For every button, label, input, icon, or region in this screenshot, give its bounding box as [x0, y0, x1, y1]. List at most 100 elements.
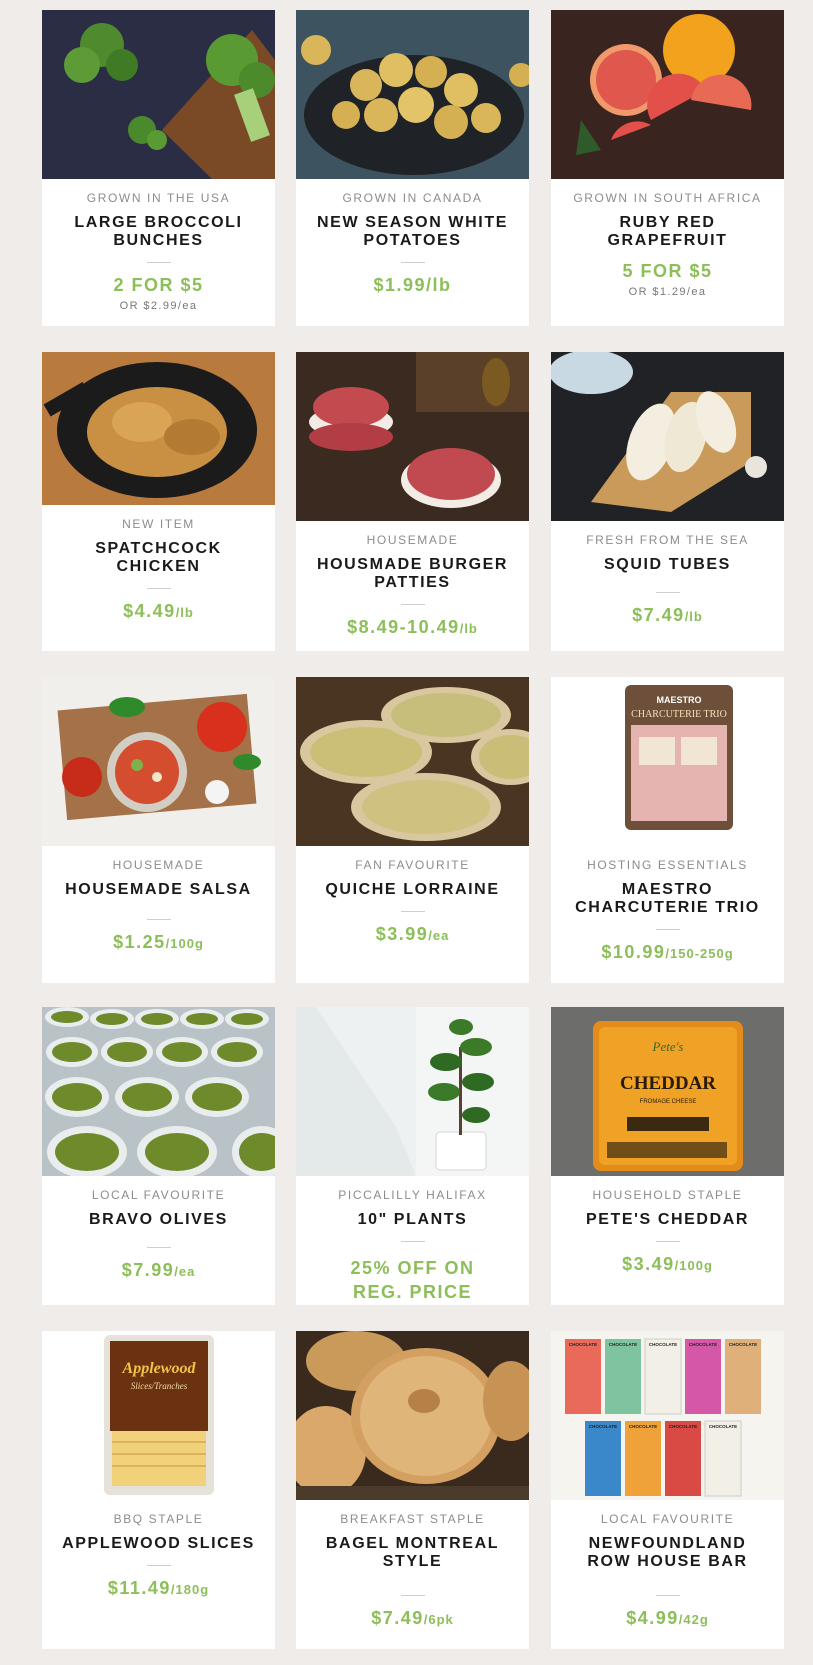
product-tag: HOUSEMADE	[366, 533, 459, 547]
product-name: RUBY RED GRAPEFRUIT	[607, 214, 728, 249]
divider	[400, 1595, 425, 1596]
cheddar-image: Pete's CHEDDAR FROMAGE CHEESE	[551, 1007, 784, 1176]
product-tag: PICCALILLY HALIFAX	[338, 1188, 487, 1202]
product-price: $1.25/100g	[113, 932, 204, 952]
chocolate-wrapper-label: CHOCOLATE	[629, 1424, 657, 1429]
product-price: $3.49/100g	[622, 1254, 713, 1274]
product-name: QUICHE LORRAINE	[325, 881, 500, 898]
divider	[146, 1565, 171, 1566]
product-tag: LOCAL FAVOURITE	[600, 1512, 735, 1526]
product-tag: LOCAL FAVOURITE	[91, 1188, 226, 1202]
product-card-quiche[interactable]: FAN FAVOURITE QUICHE LORRAINE $3.99/ea	[296, 677, 529, 983]
divider	[400, 911, 425, 912]
chocolate-wrapper-label: CHOCOLATE	[589, 1424, 617, 1429]
charcuterie-brand-text: MAESTRO	[657, 695, 702, 705]
chocolate-wrapper-label: CHOCOLATE	[569, 1342, 597, 1347]
divider	[400, 604, 425, 605]
product-tag: FAN FAVOURITE	[355, 858, 470, 872]
product-name: NEW SEASON WHITE POTATOES	[317, 214, 508, 249]
product-price: $7.99/ea	[121, 1260, 196, 1280]
burger-patties-image	[296, 352, 529, 521]
product-name: APPLEWOOD SLICES	[62, 1535, 255, 1552]
product-card-charcuterie[interactable]: MAESTRO CHARCUTERIE TRIO HOSTING ESSENTI…	[551, 677, 784, 983]
product-card-potatoes[interactable]: GROWN IN CANADA NEW SEASON WHITE POTATOE…	[296, 10, 529, 326]
product-name: NEWFOUNDLAND ROW HOUSE BAR	[587, 1535, 748, 1570]
product-price: $7.49/6pk	[371, 1608, 454, 1628]
cheddar-brand-text: Pete's	[652, 1039, 684, 1054]
divider	[655, 1241, 680, 1242]
chocolate-wrapper-label: CHOCOLATE	[649, 1342, 677, 1347]
product-price: $4.49/lb	[123, 601, 194, 621]
product-price: 2 FOR $5	[113, 275, 204, 295]
product-price: $1.99/lb	[373, 275, 452, 295]
product-tag: BREAKFAST STAPLE	[340, 1512, 485, 1526]
product-origin: GROWN IN SOUTH AFRICA	[573, 191, 762, 205]
divider	[655, 1595, 680, 1596]
chocolate-wrapper-label: CHOCOLATE	[689, 1342, 717, 1347]
product-origin: GROWN IN THE USA	[86, 191, 231, 205]
product-card-olives[interactable]: LOCAL FAVOURITE BRAVO OLIVES $7.99/ea	[42, 1007, 275, 1305]
chocolate-wrapper-label: CHOCOLATE	[729, 1342, 757, 1347]
product-card-grapefruit[interactable]: GROWN IN SOUTH AFRICA RUBY RED GRAPEFRUI…	[551, 10, 784, 326]
product-card-salsa[interactable]: HOUSEMADE HOUSEMADE SALSA $1.25/100g	[42, 677, 275, 983]
product-card-squid-tubes[interactable]: FRESH FROM THE SEA SQUID TUBES $7.49/lb	[551, 352, 784, 651]
plant-image	[296, 1007, 529, 1176]
chocolate-wrapper-label: CHOCOLATE	[669, 1424, 697, 1429]
product-card-cheddar[interactable]: Pete's CHEDDAR FROMAGE CHEESE HOUSEHOLD …	[551, 1007, 784, 1305]
product-origin: GROWN IN CANADA	[342, 191, 483, 205]
broccoli-image	[42, 10, 275, 179]
potatoes-image	[296, 10, 529, 179]
product-price: $11.49/180g	[107, 1578, 210, 1598]
product-tag: HOSTING ESSENTIALS	[587, 858, 748, 872]
product-price: 5 FOR $5	[622, 261, 713, 281]
chocolate-bars-image: CHOCOLATE CHOCOLATE CHOCOLATE CHOCOLATE …	[551, 1331, 784, 1500]
product-card-chicken[interactable]: NEW ITEM SPATCHCOCK CHICKEN $4.49/lb	[42, 352, 275, 651]
divider	[146, 262, 171, 263]
product-name: LARGE BROCCOLI BUNCHES	[74, 214, 243, 249]
product-tag: NEW ITEM	[122, 517, 195, 531]
product-name: SPATCHCOCK CHICKEN	[95, 540, 222, 575]
product-card-chocolate-bar[interactable]: CHOCOLATE CHOCOLATE CHOCOLATE CHOCOLATE …	[551, 1331, 784, 1649]
charcuterie-title-text: CHARCUTERIE TRIO	[631, 709, 727, 720]
product-name: PETE'S CHEDDAR	[585, 1211, 750, 1228]
product-name: BRAVO OLIVES	[89, 1211, 228, 1228]
product-card-bagel[interactable]: BREAKFAST STAPLE BAGEL MONTREAL STYLE $7…	[296, 1331, 529, 1649]
squid-image	[551, 352, 784, 521]
product-tag: HOUSEHOLD STAPLE	[592, 1188, 743, 1202]
divider	[146, 588, 171, 589]
chocolate-wrapper-label: CHOCOLATE	[609, 1342, 637, 1347]
product-tag: HOUSEMADE	[112, 858, 205, 872]
product-name: MAESTRO CHARCUTERIE TRIO	[575, 881, 760, 916]
product-name: 10" PLANTS	[357, 1211, 468, 1228]
product-price: $4.99/42g	[626, 1608, 709, 1628]
applewood-subtitle-text: Slices/Tranches	[131, 1381, 188, 1391]
product-price: $7.49/lb	[632, 605, 703, 625]
product-card-applewood[interactable]: Applewood Slices/Tranches BBQ STAPLE APP…	[42, 1331, 275, 1649]
product-price: $3.99/ea	[375, 924, 450, 944]
product-name: SQUID TUBES	[604, 556, 731, 573]
product-card-broccoli[interactable]: GROWN IN THE USA LARGE BROCCOLI BUNCHES …	[42, 10, 275, 326]
applewood-title-text: Applewood	[122, 1360, 197, 1377]
product-alt-price: OR $1.29/ea	[628, 286, 707, 298]
divider	[146, 1247, 171, 1248]
divider	[400, 1241, 425, 1242]
product-card-plants[interactable]: PICCALILLY HALIFAX 10" PLANTS 25% OFF ON…	[296, 1007, 529, 1305]
chocolate-wrapper-label: CHOCOLATE	[709, 1424, 737, 1429]
charcuterie-image: MAESTRO CHARCUTERIE TRIO	[551, 677, 784, 846]
divider	[655, 929, 680, 930]
divider	[655, 592, 680, 593]
bagel-image	[296, 1331, 529, 1500]
product-card-burger-patties[interactable]: HOUSEMADE HOUSMADE BURGER PATTIES $8.49-…	[296, 352, 529, 651]
product-price: 25% OFF ON REG. PRICE	[350, 1258, 475, 1302]
quiche-image	[296, 677, 529, 846]
product-price: $10.99/150-250g	[601, 942, 734, 962]
grapefruit-image	[551, 10, 784, 179]
applewood-image: Applewood Slices/Tranches	[42, 1331, 275, 1500]
product-tag: FRESH FROM THE SEA	[586, 533, 749, 547]
product-name: BAGEL MONTREAL STYLE	[325, 1535, 500, 1570]
salsa-image	[42, 677, 275, 846]
chicken-image	[42, 352, 275, 505]
cheddar-subtitle-text: FROMAGE CHEESE	[640, 1099, 697, 1105]
product-alt-price: OR $2.99/ea	[119, 300, 198, 312]
olives-image	[42, 1007, 275, 1176]
